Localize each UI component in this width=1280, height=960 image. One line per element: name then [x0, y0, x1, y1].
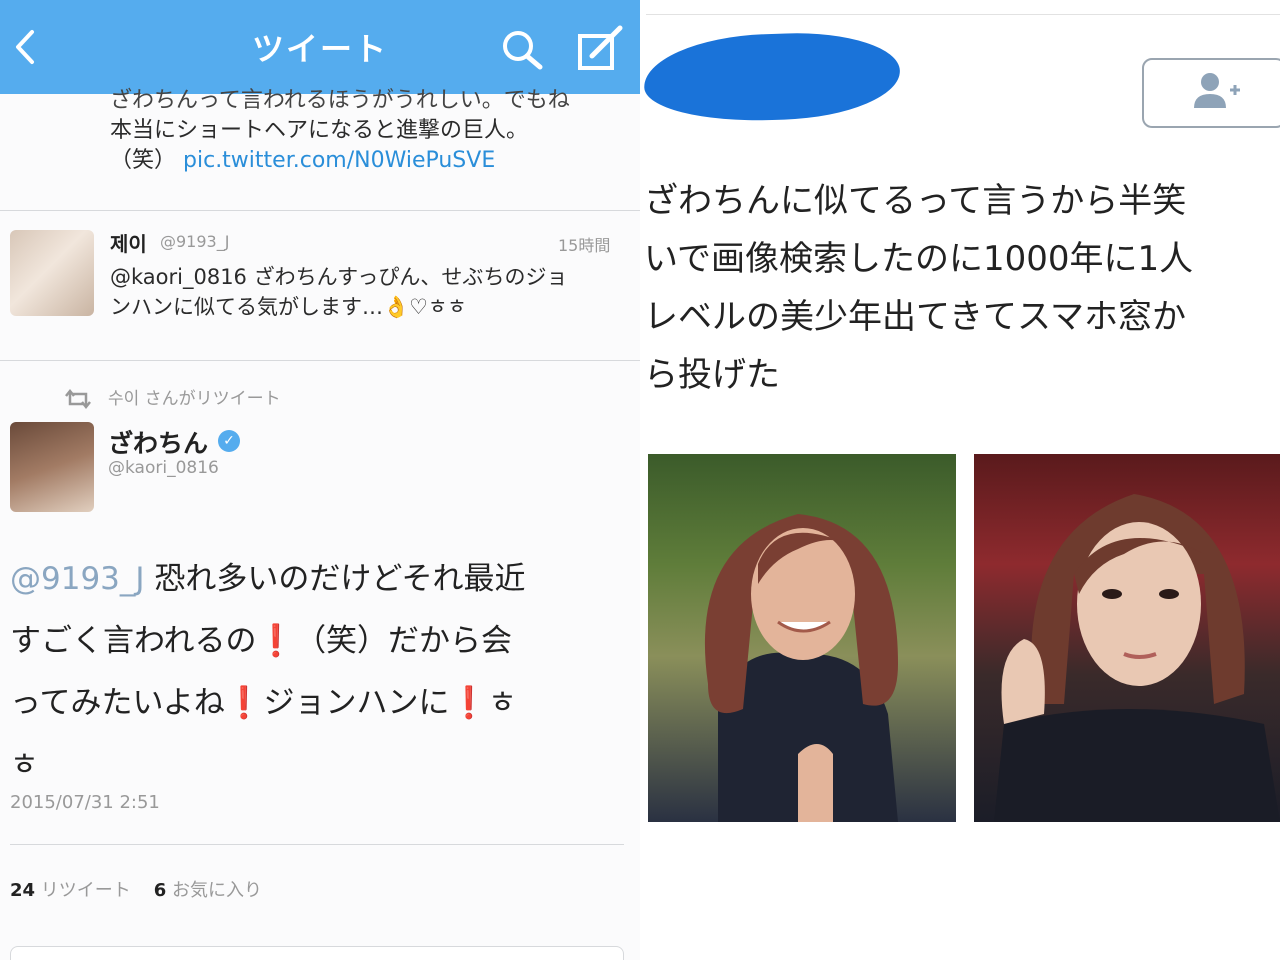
tweet-text-segment: （笑）だから会 [295, 623, 513, 659]
tweet-stats: 24 リツイート 6 お気に入り [10, 876, 262, 902]
tweet-text-segment: すごく言われるの [10, 623, 257, 659]
previous-tweet-line: 本当にショートヘアになると進撃の巨人。 [110, 118, 529, 143]
tweet-screenshot: ざわちんに似てるって言うから半笑 いで画像検索したのに1000年に1人 レベルの… [640, 0, 1280, 960]
tweet-text-line: レベルの美少年出てきてスマホ窓か [644, 297, 1186, 337]
tweet-detail-screen: ツイート ざわちんって言われるほうがうれしい。でもね 本当にショートヘアになると… [0, 0, 640, 960]
tweet-text-line: ら投げた [644, 355, 780, 395]
divider [0, 360, 640, 361]
reply-text: @kaori_0816 ざわちんすっぴん、せぶちのジョ ンハンに似てる気がします… [110, 262, 630, 322]
redacted-username [642, 29, 902, 125]
tweet-timestamp: 2015/07/31 2:51 [10, 792, 160, 813]
mention-link[interactable]: @9193_J [10, 561, 145, 597]
picture-link[interactable]: pic.twitter.com/N0WiePuSVE [183, 148, 495, 173]
favorite-label[interactable]: お気に入り [172, 880, 262, 901]
exclamation-icon: ❗ [256, 623, 296, 659]
tweet-text: ざわちんに似てるって言うから半笑 いで画像検索したのに1000年に1人 レベルの… [644, 172, 1280, 404]
tweet-text-segment: ㅎ [488, 685, 517, 721]
reply-text-line: @kaori_0816 ざわちんすっぴん、せぶちのジョ [110, 265, 568, 289]
verified-badge-icon: ✓ [218, 430, 240, 452]
previous-tweet-text: ざわちんって言われるほうがうれしい。でもね 本当にショートヘアになると進撃の巨人… [110, 86, 630, 176]
retweet-icon [65, 388, 91, 410]
tweet-text-segment: ジョンハンに [263, 685, 450, 721]
tweet-text-segment: ㅎ [10, 747, 39, 783]
tweet-text-line: ざわちんに似てるって言うから半笑 [644, 181, 1187, 221]
previous-tweet-line: ざわちんって言われるほうがうれしい。でもね [110, 88, 570, 113]
reply-text-line: ンハンに似てる気がします…👌♡ㅎㅎ [110, 295, 467, 319]
compose-icon[interactable] [574, 24, 626, 72]
retweet-label[interactable]: リツイート [41, 880, 131, 901]
reply-author-handle: @9193_J [160, 232, 230, 251]
add-user-icon [1194, 73, 1240, 108]
exclamation-icon: ❗ [449, 685, 489, 721]
avatar[interactable] [10, 230, 94, 316]
navigation-bar: ツイート [0, 0, 640, 94]
tweet-text: @9193_J 恐れ多いのだけどそれ最近 すごく言われるの❗（笑）だから会 って… [10, 548, 620, 796]
divider [10, 844, 624, 845]
attached-photo[interactable] [648, 454, 956, 822]
tweet-text-segment: ってみたいよね [10, 685, 225, 721]
tweet-text-segment: 恐れ多いのだけどそれ最近 [144, 561, 526, 597]
retweet-count[interactable]: 24 [10, 880, 35, 901]
divider [646, 14, 1280, 15]
retweeted-by: 수이 さんがリツイート [108, 389, 281, 409]
avatar[interactable] [10, 422, 94, 512]
divider [0, 210, 640, 211]
favorite-count[interactable]: 6 [154, 880, 167, 901]
search-icon[interactable] [498, 28, 546, 70]
action-bar [10, 946, 624, 960]
tweet-author-name[interactable]: ざわちん [108, 424, 208, 460]
attached-photo[interactable] [974, 454, 1280, 822]
reply-author-name[interactable]: 제이 [110, 228, 147, 257]
tweet-text-line: いで画像検索したのに1000年に1人 [644, 239, 1194, 279]
previous-tweet-laugh: （笑） [110, 148, 177, 173]
tweet-author-handle: @kaori_0816 [108, 458, 219, 478]
reply-time: 15時間 [558, 236, 611, 255]
exclamation-icon: ❗ [224, 685, 264, 721]
follow-button[interactable] [1142, 58, 1280, 128]
